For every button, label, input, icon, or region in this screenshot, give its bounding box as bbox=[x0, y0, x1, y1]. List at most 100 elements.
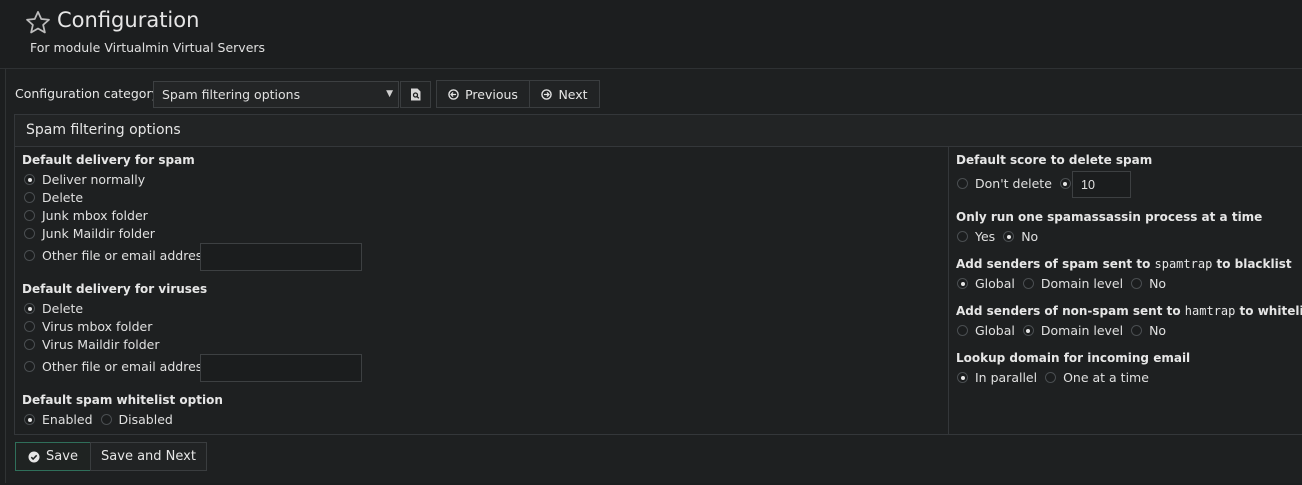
radio-button[interactable] bbox=[24, 339, 35, 350]
check-circle-icon bbox=[28, 451, 40, 462]
radio-button[interactable] bbox=[24, 192, 35, 203]
option-label: Global bbox=[975, 323, 1015, 338]
delete-score-label: Default score to delete spam bbox=[956, 153, 1153, 167]
radio-button[interactable] bbox=[24, 210, 35, 221]
virus-delivery-label: Default delivery for viruses bbox=[22, 282, 208, 296]
radio-button[interactable] bbox=[1131, 325, 1143, 336]
option-label: Domain level bbox=[1040, 276, 1124, 291]
document-search-icon bbox=[410, 88, 420, 101]
hamtrap-option[interactable]: Global bbox=[957, 323, 1015, 338]
category-label: Configuration category bbox=[15, 86, 159, 101]
label-text: Add senders of spam sent to bbox=[956, 257, 1155, 271]
radio-button[interactable] bbox=[957, 372, 968, 383]
label-code: hamtrap bbox=[1184, 304, 1236, 318]
save-button[interactable]: Save bbox=[15, 442, 91, 471]
option-label: Delete bbox=[42, 301, 84, 316]
option-label: Other file or email address bbox=[42, 359, 209, 374]
spam-delivery-option[interactable]: Junk mbox folder bbox=[24, 208, 148, 223]
option-label: No bbox=[1149, 276, 1167, 291]
radio-button[interactable] bbox=[957, 178, 968, 189]
radio-button[interactable] bbox=[957, 325, 968, 336]
option-label: Domain level bbox=[1040, 323, 1124, 338]
spam-delivery-option[interactable]: Junk Maildir folder bbox=[24, 226, 155, 241]
radio-button[interactable] bbox=[957, 231, 968, 242]
radio-button[interactable] bbox=[1131, 278, 1143, 289]
option-label: No bbox=[1021, 229, 1039, 244]
virus-delivery-option[interactable]: Other file or email address bbox=[24, 359, 209, 374]
whitelist-options: Enabled Disabled bbox=[24, 412, 181, 427]
virus-delivery-option[interactable]: Virus mbox folder bbox=[24, 319, 152, 334]
label-text: Add senders of non-spam sent to bbox=[956, 304, 1185, 318]
whitelist-option[interactable]: Enabled bbox=[24, 412, 93, 427]
page-header: Configuration For module Virtualmin Virt… bbox=[0, 0, 1302, 69]
label-text: to blacklist bbox=[1212, 257, 1292, 271]
chevron-down-icon: ▼ bbox=[386, 89, 393, 99]
option-label: Junk mbox folder bbox=[42, 208, 148, 223]
radio-button[interactable] bbox=[1003, 231, 1015, 242]
previous-button[interactable]: Previous bbox=[436, 80, 530, 108]
option-label: Don't delete bbox=[975, 176, 1052, 191]
spam-delivery-option[interactable]: Deliver normally bbox=[24, 172, 145, 187]
lookup-label: Lookup domain for incoming email bbox=[956, 351, 1191, 365]
option-label: Disabled bbox=[118, 412, 173, 427]
virus-delivery-option[interactable]: Delete bbox=[24, 301, 83, 316]
radio-button[interactable] bbox=[957, 278, 968, 289]
spamtrap-label: Add senders of spam sent to spamtrap to … bbox=[956, 257, 1292, 271]
spam-delivery-option[interactable]: Other file or email address bbox=[24, 248, 209, 263]
radio-button[interactable] bbox=[24, 250, 35, 261]
lookup-option[interactable]: One at a time bbox=[1045, 370, 1149, 385]
option-label: Junk Maildir folder bbox=[42, 226, 155, 241]
category-select[interactable]: Spam filtering options ▼ bbox=[153, 81, 399, 108]
radio-button[interactable] bbox=[24, 303, 35, 314]
radio-button[interactable] bbox=[24, 361, 35, 372]
one-process-options: Yes No bbox=[957, 229, 1046, 244]
lookup-option[interactable]: In parallel bbox=[957, 370, 1037, 385]
radio-button[interactable] bbox=[24, 414, 35, 425]
hamtrap-options: Global Domain level No bbox=[957, 323, 1174, 338]
radio-button[interactable] bbox=[1022, 325, 1034, 336]
radio-button[interactable] bbox=[100, 414, 112, 425]
dont-delete-option[interactable]: Don't delete bbox=[957, 176, 1052, 191]
panel-header: Spam filtering options bbox=[15, 115, 1302, 147]
radio-button[interactable] bbox=[24, 228, 35, 239]
delete-score-input[interactable] bbox=[1072, 171, 1131, 198]
option-label: Deliver normally bbox=[42, 172, 146, 187]
column-divider bbox=[948, 147, 949, 435]
radio-button[interactable] bbox=[24, 321, 35, 332]
hamtrap-option[interactable]: No bbox=[1131, 323, 1166, 338]
radio-button[interactable] bbox=[24, 174, 35, 185]
option-label: Enabled bbox=[42, 412, 93, 427]
spam-delivery-option[interactable]: Delete bbox=[24, 190, 83, 205]
hamtrap-label: Add senders of non-spam sent to hamtrap … bbox=[956, 304, 1302, 318]
spam-other-address-input[interactable] bbox=[200, 243, 362, 271]
one-process-option[interactable]: No bbox=[1003, 229, 1038, 244]
hamtrap-option[interactable]: Domain level bbox=[1022, 323, 1124, 338]
next-label: Next bbox=[558, 86, 588, 102]
option-label: Yes bbox=[975, 229, 996, 244]
label-code: spamtrap bbox=[1154, 257, 1213, 271]
star-outline-icon[interactable] bbox=[24, 9, 52, 37]
virus-delivery-option[interactable]: Virus Maildir folder bbox=[24, 337, 160, 352]
spamtrap-option[interactable]: Domain level bbox=[1022, 276, 1124, 291]
option-label: Virus mbox folder bbox=[42, 319, 153, 334]
radio-button[interactable] bbox=[1059, 178, 1071, 189]
save-and-next-button[interactable]: Save and Next bbox=[90, 442, 207, 471]
arrow-circle-right-icon bbox=[541, 88, 553, 100]
lookup-options: In parallel One at a time bbox=[957, 370, 1157, 385]
save-label: Save bbox=[46, 449, 78, 464]
save-and-next-label: Save and Next bbox=[101, 449, 196, 464]
view-category-button[interactable] bbox=[400, 81, 431, 108]
radio-button[interactable] bbox=[1022, 278, 1034, 289]
one-process-option[interactable]: Yes bbox=[957, 229, 995, 244]
option-label: One at a time bbox=[1063, 370, 1149, 385]
whitelist-label: Default spam whitelist option bbox=[22, 393, 223, 407]
option-label: Global bbox=[975, 276, 1015, 291]
spamtrap-option[interactable]: Global bbox=[957, 276, 1015, 291]
whitelist-option[interactable]: Disabled bbox=[100, 412, 173, 427]
radio-button[interactable] bbox=[1045, 372, 1057, 383]
virus-other-address-input[interactable] bbox=[200, 354, 362, 382]
option-label: In parallel bbox=[975, 370, 1038, 385]
spamtrap-options: Global Domain level No bbox=[957, 276, 1174, 291]
spamtrap-option[interactable]: No bbox=[1131, 276, 1166, 291]
next-button[interactable]: Next bbox=[529, 80, 600, 108]
